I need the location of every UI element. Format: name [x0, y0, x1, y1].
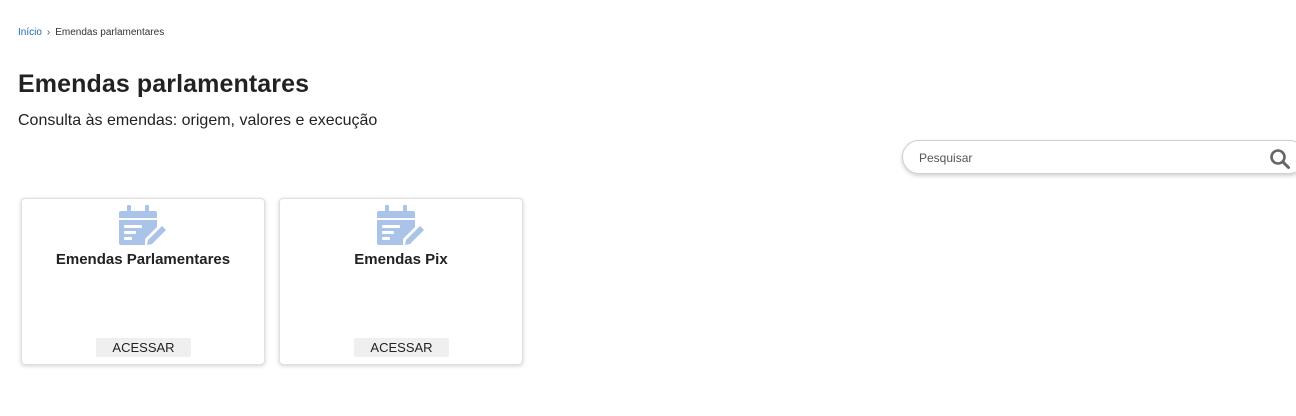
- search-input[interactable]: [917, 148, 1251, 168]
- access-button[interactable]: ACESSAR: [96, 338, 191, 357]
- breadcrumb-home-link[interactable]: Início: [18, 27, 42, 38]
- chevron-right-icon: ›: [46, 27, 51, 38]
- card-emendas-parlamentares[interactable]: Emendas Parlamentares ACESSAR: [21, 198, 265, 365]
- page-subtitle: Consulta às emendas: origem, valores e e…: [18, 112, 378, 129]
- calendar-edit-icon: [377, 205, 424, 245]
- breadcrumb-current: Emendas parlamentares: [55, 27, 165, 38]
- card-emendas-pix[interactable]: Emendas Pix ACESSAR: [279, 198, 523, 365]
- search-box: [902, 140, 1296, 174]
- access-button[interactable]: ACESSAR: [354, 338, 449, 357]
- search-icon[interactable]: [1269, 148, 1291, 170]
- breadcrumb: Início › Emendas parlamentares: [18, 27, 164, 38]
- card-title: Emendas Parlamentares: [55, 251, 231, 268]
- page-title: Emendas parlamentares: [18, 70, 310, 98]
- calendar-edit-icon: [119, 205, 166, 245]
- card-title: Emendas Pix: [354, 251, 448, 268]
